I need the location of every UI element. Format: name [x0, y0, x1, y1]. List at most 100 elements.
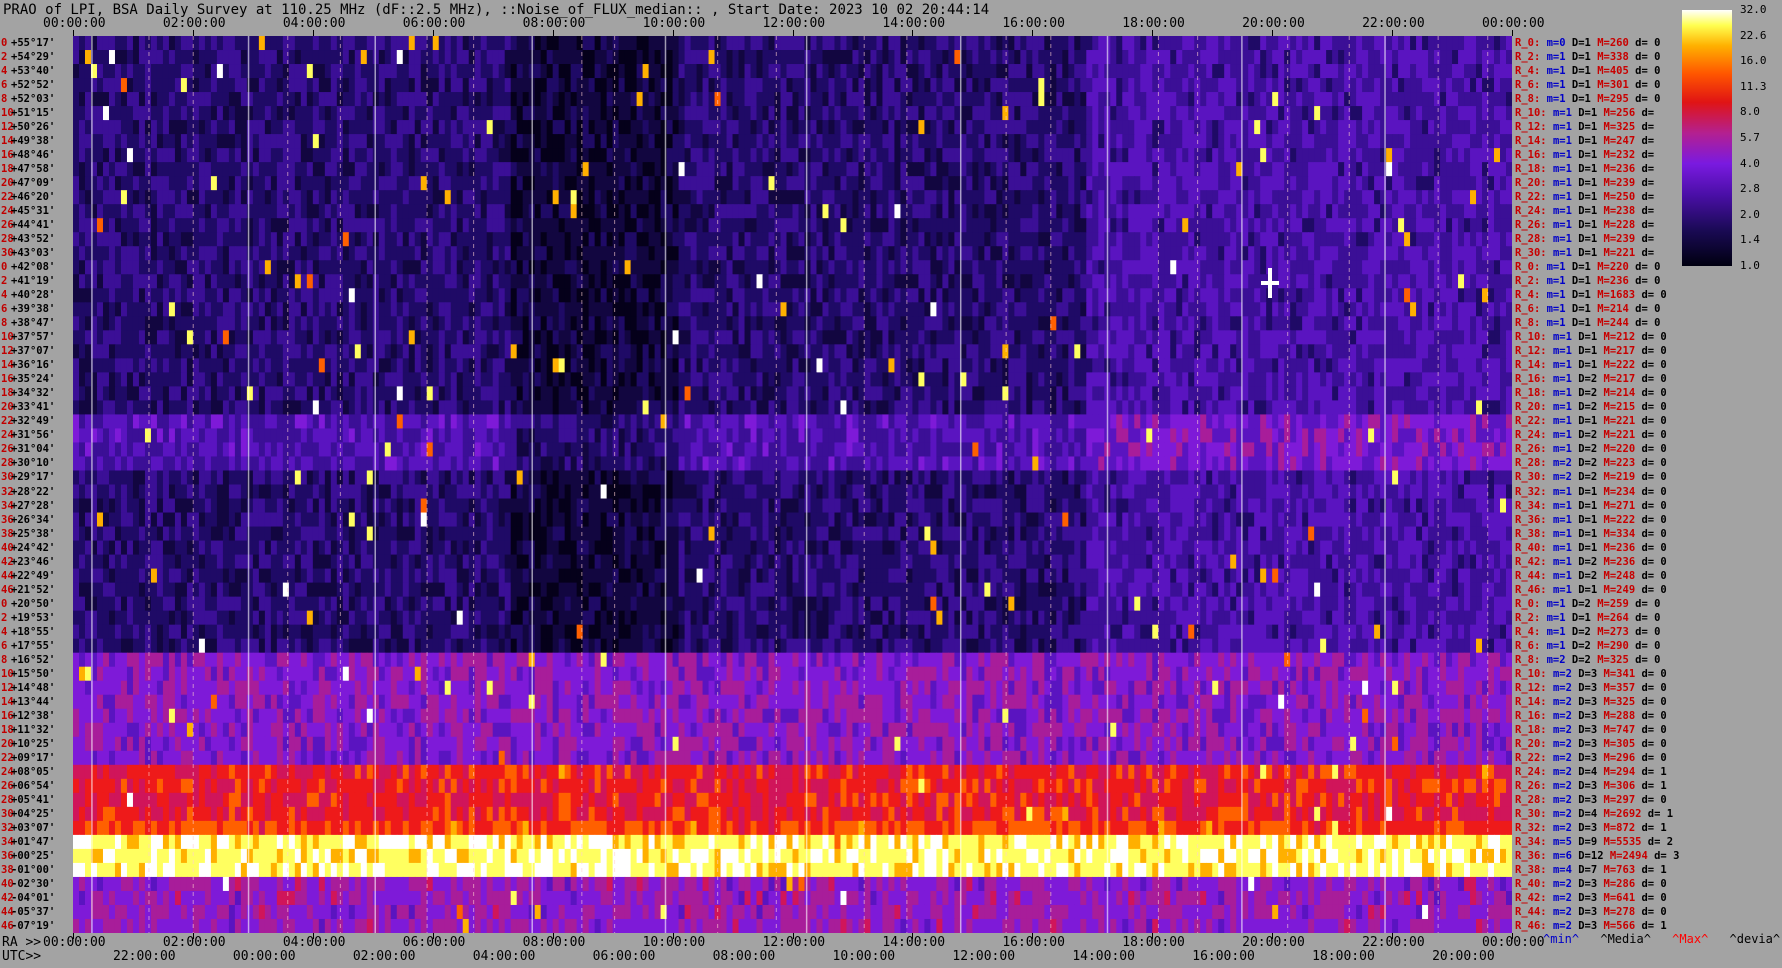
heatmap-cell	[330, 190, 338, 205]
heatmap-cell	[1182, 232, 1189, 247]
heatmap-cell	[79, 204, 86, 219]
heatmap-cell	[1476, 92, 1483, 107]
heatmap-cell	[846, 190, 854, 205]
heatmap-cell	[870, 274, 878, 289]
heatmap-cell	[1182, 120, 1189, 135]
heatmap-cell	[1086, 36, 1093, 51]
heatmap-cell	[474, 106, 482, 121]
heatmap-cell	[618, 120, 626, 135]
heatmap-cell	[780, 120, 788, 135]
heatmap-cell	[1332, 260, 1339, 275]
heatmap-cell	[360, 78, 368, 93]
heatmap-cell	[348, 50, 356, 65]
heatmap-cell	[1056, 78, 1063, 93]
heatmap-cell	[468, 204, 476, 219]
heatmap-cell	[882, 316, 890, 331]
heatmap-cell	[486, 204, 494, 219]
heatmap-cell	[1404, 288, 1411, 303]
heatmap-cell	[1008, 162, 1015, 177]
heatmap-cell	[1068, 64, 1075, 79]
heatmap-cell	[690, 50, 698, 65]
heatmap-cell	[390, 148, 398, 163]
heatmap-cell	[666, 316, 674, 331]
heatmap-cell	[834, 316, 842, 331]
heatmap-cell	[738, 288, 746, 303]
heatmap-cell	[1278, 64, 1285, 79]
heatmap-cell	[798, 148, 806, 163]
heatmap-cell	[1062, 134, 1069, 149]
heatmap-cell	[810, 218, 818, 233]
heatmap-cell	[1212, 274, 1219, 289]
heatmap-cell	[372, 190, 380, 205]
heatmap-cell	[1428, 246, 1435, 261]
heatmap-cell	[948, 302, 955, 317]
heatmap-cell	[1230, 50, 1237, 65]
heatmap-cell	[930, 120, 937, 135]
heatmap-cell	[948, 92, 955, 107]
heatmap-cell	[1074, 162, 1081, 177]
heatmap-cell	[1200, 190, 1207, 205]
heatmap-cell	[306, 50, 314, 65]
heatmap-cell	[1434, 260, 1441, 275]
heatmap-cell	[1056, 246, 1063, 261]
heatmap-cell	[390, 232, 398, 247]
heatmap-cell	[288, 50, 296, 65]
heatmap-cell	[102, 162, 110, 177]
heatmap-cell	[264, 190, 272, 205]
heatmap-cell	[73, 232, 80, 247]
heatmap-cell	[1386, 274, 1393, 289]
heatmap-cell	[690, 92, 698, 107]
heatmap-cell	[888, 148, 896, 163]
heatmap-cell	[756, 176, 764, 191]
heatmap-cell	[738, 232, 746, 247]
heatmap-cell	[1254, 78, 1261, 93]
heatmap-cell	[774, 36, 782, 51]
heatmap-cell	[690, 204, 698, 219]
heatmap-cell	[1260, 50, 1267, 65]
heatmap-cell	[1122, 176, 1129, 191]
heatmap-cell	[1212, 92, 1219, 107]
heatmap-cell	[84, 92, 92, 107]
heatmap-cell	[480, 134, 488, 149]
heatmap-cell	[642, 92, 650, 107]
heatmap-cell	[582, 274, 590, 289]
heatmap-cell	[900, 64, 908, 79]
heatmap-cell	[102, 190, 110, 205]
heatmap-cell	[786, 92, 794, 107]
heatmap-cell	[690, 190, 698, 205]
heatmap-cell	[426, 232, 434, 247]
heatmap-cell	[702, 64, 710, 79]
heatmap-cell	[1428, 218, 1435, 233]
heatmap-cell	[768, 274, 776, 289]
heatmap-cell	[1392, 78, 1399, 93]
heatmap-cell	[324, 260, 332, 275]
heatmap-cell	[276, 302, 284, 317]
heatmap-cell	[948, 64, 955, 79]
heatmap-cell	[1428, 232, 1435, 247]
heatmap-cell	[1092, 260, 1099, 275]
heatmap-cell	[294, 246, 302, 261]
heatmap-cell	[1452, 288, 1459, 303]
heatmap-cell	[732, 246, 740, 261]
heatmap-cell	[990, 316, 997, 331]
heatmap-cell	[330, 204, 338, 219]
heatmap-cell	[174, 274, 182, 289]
heatmap-cell	[1008, 316, 1015, 331]
heatmap-cell	[426, 162, 434, 177]
heatmap-cell	[1350, 78, 1357, 93]
heatmap-cell	[630, 260, 638, 275]
heatmap-cell	[1176, 148, 1183, 163]
heatmap-cell	[408, 36, 416, 51]
heatmap-cell	[792, 246, 800, 261]
heatmap-cell	[684, 316, 692, 331]
heatmap-cell	[738, 274, 746, 289]
heatmap-cell	[1224, 302, 1231, 317]
heatmap-cell	[73, 218, 80, 233]
heatmap-cell	[114, 148, 122, 163]
heatmap-cell	[1146, 92, 1153, 107]
heatmap-cell	[396, 232, 404, 247]
heatmap-cell	[1074, 260, 1081, 275]
heatmap-cell	[1314, 50, 1321, 65]
heatmap-cell	[210, 176, 218, 191]
heatmap-cell	[168, 92, 176, 107]
